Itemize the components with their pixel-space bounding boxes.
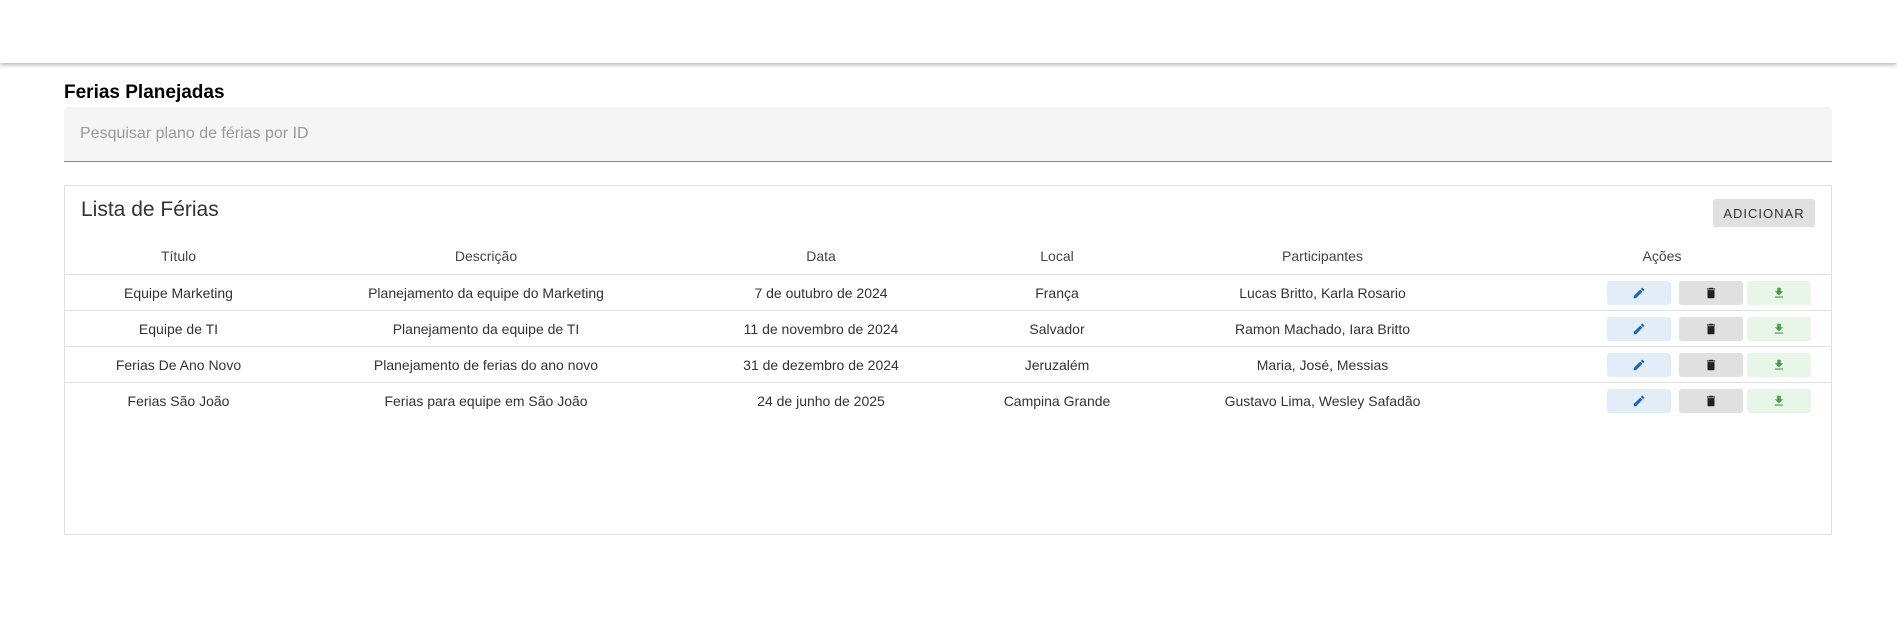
delete-button[interactable]	[1679, 388, 1743, 413]
header-acoes: Ações	[1642, 248, 1682, 264]
edit-button[interactable]	[1607, 352, 1671, 377]
table-row: Equipe de TI Planejamento da equipe de T…	[65, 310, 1831, 347]
add-button[interactable]: ADICIONAR	[1713, 199, 1815, 227]
edit-button[interactable]	[1607, 388, 1671, 413]
cell-titulo: Equipe Marketing	[65, 274, 292, 311]
edit-button[interactable]	[1607, 280, 1671, 305]
header-local: Local	[1040, 248, 1074, 264]
cell-descricao: Planejamento da equipe do Marketing	[292, 274, 680, 311]
page-title: Ferias Planejadas	[64, 82, 225, 103]
pencil-icon	[1633, 323, 1645, 334]
header-data: Data	[806, 248, 836, 264]
download-icon	[1774, 395, 1784, 406]
table-row: Ferias De Ano Novo Planejamento de feria…	[65, 346, 1831, 383]
delete-button[interactable]	[1679, 280, 1743, 305]
cell-participantes: Maria, José, Messias	[1152, 346, 1493, 383]
cell-participantes: Ramon Machado, Iara Britto	[1152, 310, 1493, 347]
cell-titulo: Equipe de TI	[65, 310, 292, 347]
search-input[interactable]	[80, 107, 1810, 161]
cell-descricao: Planejamento de ferias do ano novo	[292, 346, 680, 383]
vacation-table: Título Descrição Data Local Participante…	[65, 238, 1831, 418]
cell-local: Salvador	[962, 310, 1152, 347]
cell-participantes: Gustavo Lima, Wesley Safadão	[1152, 382, 1493, 418]
download-icon	[1774, 359, 1784, 370]
cell-data: 11 de novembro de 2024	[680, 310, 962, 347]
trash-icon	[1706, 323, 1716, 334]
download-icon	[1774, 323, 1784, 334]
top-app-bar	[0, 0, 1897, 63]
header-descricao: Descrição	[454, 248, 518, 264]
header-participantes: Participantes	[1282, 248, 1363, 264]
cell-local: Campina Grande	[962, 382, 1152, 418]
trash-icon	[1706, 287, 1716, 298]
trash-icon	[1706, 395, 1716, 406]
download-button[interactable]	[1747, 352, 1811, 377]
edit-button[interactable]	[1607, 316, 1671, 341]
row-actions	[1493, 352, 1831, 377]
pencil-icon	[1633, 287, 1645, 298]
cell-acoes	[1493, 346, 1831, 383]
download-icon	[1774, 287, 1784, 298]
row-actions	[1493, 280, 1831, 305]
cell-acoes	[1493, 382, 1831, 418]
cell-titulo: Ferias De Ano Novo	[65, 346, 292, 383]
delete-button[interactable]	[1679, 316, 1743, 341]
card-title: Lista de Férias	[81, 198, 219, 221]
vacation-list-card: Lista de Férias ADICIONAR Título Descriç…	[64, 185, 1832, 535]
row-actions	[1493, 388, 1831, 413]
pencil-icon	[1633, 395, 1645, 406]
cell-data: 7 de outubro de 2024	[680, 274, 962, 311]
cell-descricao: Planejamento da equipe de TI	[292, 310, 680, 347]
table-body: Equipe Marketing Planejamento da equipe …	[65, 274, 1831, 418]
cell-titulo: Ferias São João	[65, 382, 292, 418]
table-row: Ferias São João Ferias para equipe em Sã…	[65, 382, 1831, 418]
cell-local: Jeruzalém	[962, 346, 1152, 383]
download-button[interactable]	[1747, 280, 1811, 305]
header-titulo: Título	[160, 248, 196, 264]
cell-local: França	[962, 274, 1152, 311]
cell-data: 24 de junho de 2025	[680, 382, 962, 418]
delete-button[interactable]	[1679, 352, 1743, 377]
download-button[interactable]	[1747, 316, 1811, 341]
pencil-icon	[1633, 359, 1645, 370]
cell-data: 31 de dezembro de 2024	[680, 346, 962, 383]
cell-participantes: Lucas Britto, Karla Rosario	[1152, 274, 1493, 311]
cell-acoes	[1493, 274, 1831, 311]
search-field[interactable]	[64, 107, 1832, 162]
download-button[interactable]	[1747, 388, 1811, 413]
table-header-row: Título Descrição Data Local Participante…	[65, 238, 1831, 275]
trash-icon	[1706, 359, 1716, 370]
table-row: Equipe Marketing Planejamento da equipe …	[65, 274, 1831, 311]
row-actions	[1493, 316, 1831, 341]
cell-acoes	[1493, 310, 1831, 347]
cell-descricao: Ferias para equipe em São João	[292, 382, 680, 418]
